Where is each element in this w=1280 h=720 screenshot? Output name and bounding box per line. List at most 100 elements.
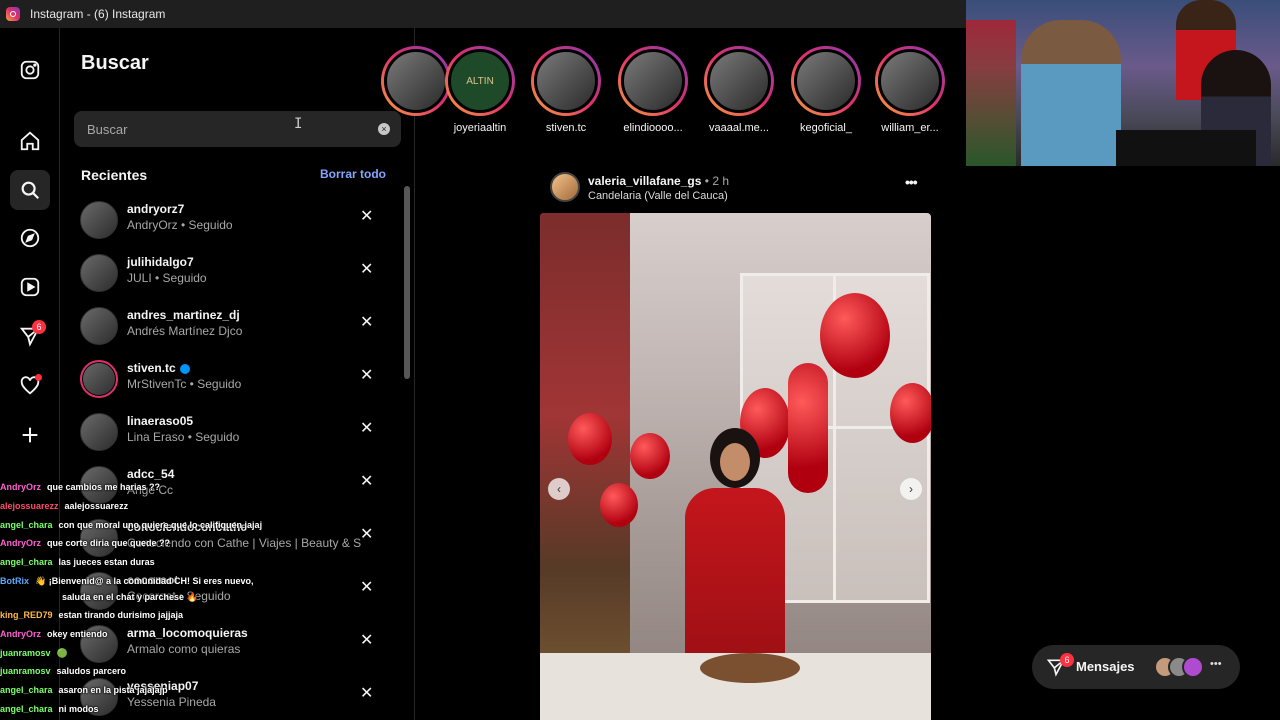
create-icon[interactable]	[10, 415, 50, 455]
recent-item[interactable]: andres_martinez_dj Andrés Martínez Djco ✕	[76, 304, 376, 354]
chat-text: 🟢	[56, 648, 68, 658]
home-icon[interactable]	[10, 121, 50, 161]
scrollbar[interactable]	[403, 173, 411, 713]
chat-text: las jueces estan duras	[58, 557, 155, 567]
instagram-logo-icon[interactable]	[10, 50, 50, 90]
story-avatar	[794, 49, 858, 113]
chat-text: ni modos	[58, 704, 99, 714]
more-options-icon[interactable]: •••	[905, 174, 918, 190]
post-image[interactable]: ‹ ›	[540, 213, 931, 720]
chat-message: AndryOrz que corte diria que quede ??	[0, 538, 170, 548]
recent-item[interactable]: stiven.tc MrStivenTc • Seguido ✕	[76, 357, 376, 407]
chat-message: juanramosv 🟢	[0, 648, 68, 659]
post-location[interactable]: Candelaria (Valle del Cauca)	[588, 190, 728, 202]
recent-subtitle: JULI • Seguido	[127, 271, 207, 285]
remove-recent-icon[interactable]: ✕	[360, 312, 373, 332]
messages-badge: 6	[32, 320, 46, 334]
story-item[interactable]: william_er...	[870, 46, 950, 134]
recent-label: Recientes	[81, 167, 148, 183]
story-item[interactable]: stiven.tc	[526, 46, 606, 134]
chat-username: AndryOrz	[0, 482, 42, 492]
remove-recent-icon[interactable]: ✕	[360, 418, 373, 438]
remove-recent-icon[interactable]: ✕	[360, 471, 373, 491]
monitor	[1116, 130, 1256, 166]
chat-message: king_RED79 estan tirando durisimo jajjaja	[0, 610, 183, 620]
scrollbar-thumb[interactable]	[404, 186, 410, 379]
balloon	[890, 383, 931, 443]
next-image-button[interactable]: ›	[900, 478, 922, 500]
story-item[interactable]: elindioooo...	[613, 46, 693, 134]
stream-chat-overlay: AndryOrz que cambios me harias ?? alejossu…	[0, 480, 360, 720]
face	[720, 443, 750, 481]
recent-username: andres_martinez_dj	[127, 308, 240, 322]
notifications-icon[interactable]	[10, 366, 50, 406]
chat-username: angel_chara	[0, 685, 53, 695]
person-streamer	[1021, 20, 1121, 166]
post-username[interactable]: valeria_villafane_gs	[588, 174, 701, 188]
chat-text: estan tirando durisimo jajjaja	[58, 610, 184, 620]
story-ring	[875, 46, 945, 116]
search-icon[interactable]	[10, 170, 50, 210]
search-panel-title: Buscar	[81, 52, 149, 74]
recent-username: andryorz7	[127, 202, 185, 216]
text-cursor-icon: I	[294, 116, 303, 132]
story-item[interactable]: vaaaal.me...	[699, 46, 779, 134]
avatar	[80, 360, 118, 398]
remove-recent-icon[interactable]: ✕	[360, 259, 373, 279]
story-name: vaaaal.me...	[709, 122, 769, 134]
chat-username: angel_chara	[0, 520, 53, 530]
chat-text: okey entiendo	[47, 629, 108, 639]
chat-text: saludos parcero	[56, 666, 127, 676]
avatar	[80, 413, 118, 451]
chat-username: king_RED79	[0, 610, 53, 620]
remove-recent-icon[interactable]: ✕	[360, 683, 373, 703]
window-title: Instagram - (6) Instagram	[30, 7, 166, 21]
recent-subtitle: MrStivenTc • Seguido	[127, 377, 242, 391]
story-name: joyeriaaltin	[453, 122, 507, 134]
cake	[700, 653, 800, 683]
story-item[interactable]: kegoficial_	[786, 46, 866, 134]
recent-item[interactable]: julihidalgo7 JULI • Seguido ✕	[76, 251, 376, 301]
story-avatar	[534, 49, 598, 113]
recent-item[interactable]: linaeraso05 Lina Eraso • Seguido ✕	[76, 410, 376, 460]
post-avatar[interactable]	[550, 172, 580, 202]
clear-all-button[interactable]: Borrar todo	[320, 167, 386, 181]
balloon	[820, 293, 890, 378]
chat-username: AndryOrz	[0, 629, 42, 639]
messages-pill-badge: 6	[1060, 653, 1074, 667]
chat-message: angel_chara ni modos	[0, 704, 99, 714]
flower-decoration	[540, 213, 630, 720]
chat-text: asaron en la pista jajajajp	[58, 685, 168, 695]
chat-text: con que moral uno quiere que lo califiqu…	[58, 520, 263, 530]
more-icon[interactable]: •••	[1210, 658, 1222, 670]
balloon	[630, 433, 670, 479]
reels-icon[interactable]	[10, 267, 50, 307]
search-input[interactable]	[74, 111, 374, 147]
explore-icon[interactable]	[10, 218, 50, 258]
post-username-line[interactable]: valeria_villafane_gs • 2 h	[588, 174, 729, 188]
story-ring	[791, 46, 861, 116]
remove-recent-icon[interactable]: ✕	[360, 524, 373, 544]
chat-username: angel_chara	[0, 704, 53, 714]
remove-recent-icon[interactable]: ✕	[360, 577, 373, 597]
chat-text: saluda en el chat y parchese 🔥	[62, 592, 198, 602]
browser-title-bar: Instagram - (6) Instagram	[0, 0, 966, 28]
recent-item[interactable]: andryorz7 AndryOrz • Seguido ✕	[76, 198, 376, 248]
story-avatar	[621, 49, 685, 113]
prev-image-button[interactable]: ‹	[548, 478, 570, 500]
avatar	[1182, 656, 1204, 678]
remove-recent-icon[interactable]: ✕	[360, 630, 373, 650]
recent-subtitle: AndryOrz • Seguido	[127, 218, 233, 232]
messages-pill[interactable]: 6 Mensajes •••	[1032, 645, 1240, 689]
story-ring	[704, 46, 774, 116]
chat-message: AndryOrz okey entiendo	[0, 629, 108, 639]
story-item[interactable]: ALTIN joyeriaaltin	[440, 46, 520, 134]
story-logo: ALTIN	[448, 49, 512, 113]
story-ring: ALTIN	[445, 46, 515, 116]
chat-message: juanramosv saludos parcero	[0, 666, 126, 676]
chat-message: AndryOrz que cambios me harias ??	[0, 482, 160, 492]
clear-search-icon[interactable]: ×	[378, 123, 390, 135]
remove-recent-icon[interactable]: ✕	[360, 365, 373, 385]
messages-icon[interactable]: 6	[10, 316, 50, 356]
remove-recent-icon[interactable]: ✕	[360, 206, 373, 226]
